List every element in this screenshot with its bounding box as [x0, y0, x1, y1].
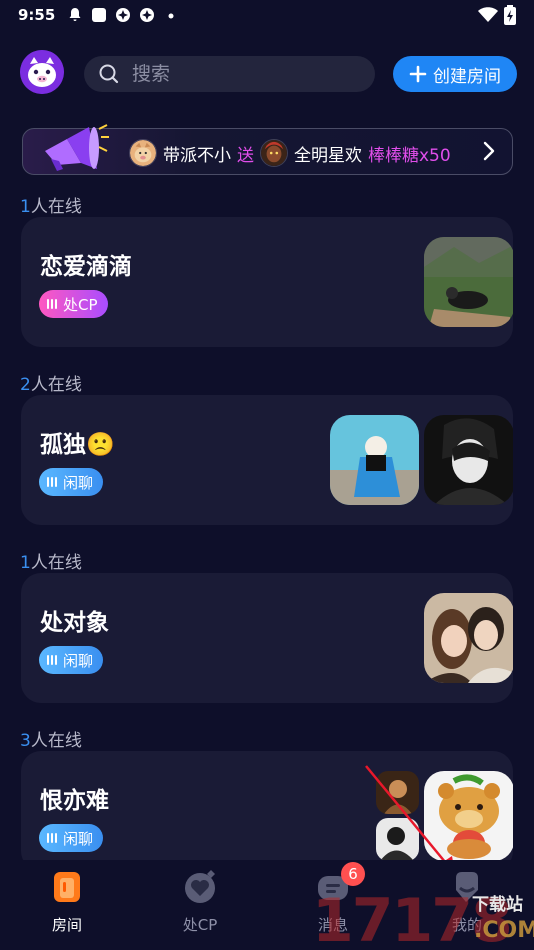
gift-item-name: 棒棒糖x50: [368, 145, 451, 166]
member-photo: [424, 237, 513, 327]
member-photo: [424, 593, 513, 683]
room-card[interactable]: 孤独🙁 闲聊: [21, 395, 513, 525]
room-tag: 闲聊: [39, 824, 104, 852]
room-tag: 处CP: [39, 290, 108, 318]
tab-cp[interactable]: 处CP: [160, 870, 240, 935]
room-online-count: 3人在线: [20, 731, 82, 751]
wifi-icon: [478, 7, 498, 22]
room-online-count: 2人在线: [20, 375, 82, 395]
search-input[interactable]: [132, 63, 352, 85]
pinwheel-icon: [140, 8, 155, 22]
pinwheel-icon: [116, 8, 131, 22]
heart-icon: [185, 870, 215, 903]
create-room-label: 创建房间: [433, 66, 501, 87]
header: 创建房间: [0, 48, 534, 100]
status-bar: 9:55: [0, 0, 534, 30]
notification-bell-icon: [69, 8, 81, 21]
sound-bars-icon: [47, 655, 57, 665]
battery-icon: [504, 5, 516, 25]
search-bar[interactable]: [84, 56, 375, 92]
megaphone-icon: [45, 124, 109, 171]
tab-rooms[interactable]: 房间: [27, 870, 107, 935]
room-online-count: 1人在线: [20, 197, 82, 217]
room-title: 恋爱滴滴: [40, 254, 132, 280]
room-online-count: 1人在线: [20, 553, 82, 573]
avatar[interactable]: [20, 50, 64, 94]
room-title: 处对象: [40, 610, 109, 636]
chevron-right-icon[interactable]: [482, 141, 496, 161]
member-photo: [330, 415, 419, 505]
sound-bars-icon: [47, 477, 57, 487]
gift-give-text: 送: [237, 145, 254, 166]
bottom-tab-bar: 房间 处CP 消息 我的: [0, 860, 534, 950]
status-time: 9:55: [18, 6, 56, 24]
create-room-button[interactable]: 创建房间: [393, 56, 517, 92]
sender-avatar: [129, 139, 157, 167]
room-card[interactable]: 恋爱滴滴 处CP: [21, 217, 513, 347]
room-title: 孤独🙁: [40, 432, 115, 458]
dot-icon: [168, 13, 174, 19]
message-count-badge: 6: [341, 862, 365, 886]
room-card[interactable]: 处对象 闲聊: [21, 573, 513, 703]
receiver-avatar: [260, 139, 288, 167]
gift-message: 带派不小 送 全明星欢 棒棒糖x50: [129, 139, 451, 167]
gift-broadcast-banner[interactable]: 带派不小 送 全明星欢 棒棒糖x50: [22, 124, 513, 175]
status-icons: [67, 7, 179, 23]
room-icon: [54, 872, 80, 902]
plus-icon: [409, 65, 427, 83]
member-photo: [424, 415, 513, 505]
tab-profile[interactable]: 我的: [427, 870, 507, 935]
status-right-icons: [478, 5, 516, 25]
room-tag: 闲聊: [39, 646, 104, 674]
square-icon: [92, 8, 107, 22]
sound-bars-icon: [47, 833, 57, 843]
room-title: 恨亦难: [40, 788, 109, 814]
sound-bars-icon: [47, 299, 57, 309]
gift-sender-name: 带派不小: [163, 145, 231, 166]
gift-receiver-name: 全明星欢: [294, 145, 362, 166]
room-tag: 闲聊: [39, 468, 104, 496]
profile-icon: [456, 872, 478, 902]
search-icon: [99, 64, 119, 84]
pig-avatar-icon: [20, 50, 64, 94]
